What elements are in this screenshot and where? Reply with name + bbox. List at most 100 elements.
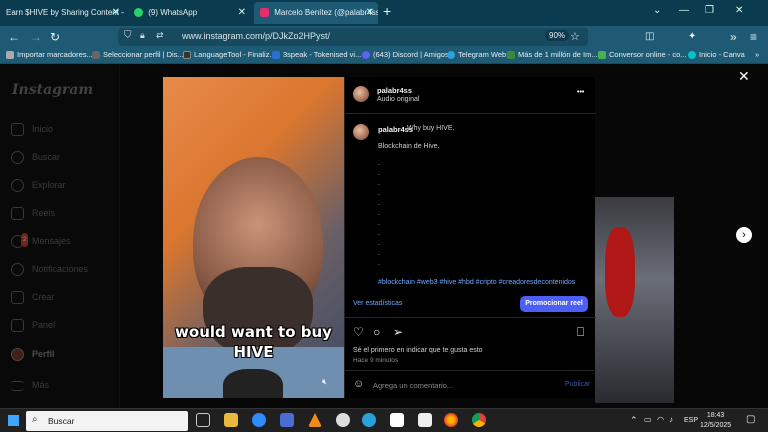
like-heart-icon[interactable]: ♡ <box>353 325 364 339</box>
publish-button[interactable]: Publicar <box>565 381 590 388</box>
bookmarks-overflow-icon[interactable]: » <box>755 50 759 59</box>
volume-icon[interactable]: ♪ <box>669 415 673 424</box>
language-indicator[interactable]: ESP <box>684 417 698 424</box>
mute-icon[interactable]: 🔇︎ <box>322 377 327 387</box>
task-view-icon[interactable] <box>196 413 210 427</box>
discord-icon <box>362 51 370 60</box>
tray-chevron-icon[interactable]: ⌃ <box>630 415 638 426</box>
bookmark-item[interactable]: LanguageTool - Finaliz... <box>183 50 276 60</box>
comment-avatar[interactable] <box>353 124 369 140</box>
window-close-icon[interactable]: ✕ <box>735 5 743 16</box>
comment-icon[interactable]: ○ <box>373 325 380 339</box>
telegram-icon <box>447 51 455 60</box>
bookmark-item[interactable]: Inicio - Canva <box>688 50 745 60</box>
taskbar-search[interactable]: ⌕ Buscar <box>26 411 188 431</box>
reload-icon[interactable]: ↻ <box>50 30 60 44</box>
tab-whatsapp[interactable]: (9) WhatsApp ✕ <box>128 2 250 24</box>
view-stats-link[interactable]: Ver estadísticas <box>353 300 402 307</box>
more-options-icon[interactable]: ••• <box>577 89 584 96</box>
windows-taskbar: ⌕ Buscar ⌃ ▭ ◠ ♪ ESP 18:43 12/5/2025 ▢ <box>0 408 768 432</box>
next-post-chevron-icon[interactable]: › <box>736 227 752 243</box>
app-icon[interactable] <box>418 413 432 427</box>
pocket-icon[interactable]: ◫ <box>645 30 654 44</box>
windows-start-icon[interactable] <box>8 415 19 426</box>
zoom-app-icon[interactable] <box>252 413 266 427</box>
tab-instagram[interactable]: Marcelo Benítez (@palabr4ss) • ✕ <box>254 2 378 24</box>
back-icon[interactable]: ← <box>8 30 20 44</box>
extensions-icon[interactable]: ✦ <box>688 30 696 44</box>
post-time: Hace 9 minutos <box>353 357 399 364</box>
hashtags[interactable]: #blockchain #web3 #hive #hbd #cripto #cr… <box>378 279 575 286</box>
bookmark-item[interactable]: Seleccionar perfil | Dis... <box>92 50 184 60</box>
forward-icon[interactable]: → <box>30 30 42 44</box>
bookmarks-bar: Importar marcadores... Seleccionar perfi… <box>0 48 768 64</box>
new-tab-button[interactable]: + <box>383 3 391 19</box>
battery-icon[interactable]: ▭ <box>644 415 652 424</box>
minimize-icon[interactable]: — <box>679 5 689 16</box>
tab-list-icon[interactable]: ⌄ <box>653 5 661 16</box>
browser-nav-bar: ← → ↻ ⛉ 🔒︎ ⇄ www.instagram.com/p/DJkZo2H… <box>0 26 768 66</box>
author-avatar[interactable] <box>353 86 369 102</box>
close-tab-icon[interactable]: ✕ <box>112 2 120 24</box>
tab-hive[interactable]: Earn $HIVE by Sharing Content – Gi ✕ <box>0 2 124 24</box>
close-tab-icon[interactable]: ✕ <box>366 2 374 24</box>
overflow-chevron-icon[interactable]: » <box>730 30 737 44</box>
save-bookmark-icon[interactable]: ⎕ <box>577 325 584 340</box>
next-post-preview[interactable] <box>595 197 674 403</box>
app-menu-icon[interactable]: ≡ <box>750 30 757 44</box>
emoji-icon[interactable]: ☺ <box>353 378 364 390</box>
firefox-icon[interactable] <box>444 413 458 427</box>
caption-dot: . <box>378 260 380 267</box>
bookmark-label: Importar marcadores... <box>17 50 93 59</box>
capcut-icon[interactable] <box>390 413 404 427</box>
zoom-level[interactable]: 90% <box>545 30 570 41</box>
bookmark-label: Conversor online - co... <box>609 50 687 59</box>
file-explorer-icon[interactable] <box>224 413 238 427</box>
search-icon: ⌕ <box>32 414 38 425</box>
caption-dot: . <box>378 230 380 237</box>
shield-icon[interactable]: ⛉ <box>124 30 132 41</box>
preview-figure <box>605 227 635 317</box>
network-icon[interactable]: ◠ <box>657 415 664 424</box>
bookmark-favicon <box>507 51 515 60</box>
notifications-icon[interactable]: ▢ <box>746 414 755 425</box>
url-text[interactable]: www.instagram.com/p/DJkZo2HPyst/ <box>182 31 330 41</box>
canva-icon <box>688 51 696 60</box>
caption-dot: . <box>378 180 380 187</box>
close-modal-icon[interactable]: ✕ <box>738 68 750 85</box>
bookmark-item[interactable]: (643) Discord | Amigos <box>362 50 449 60</box>
bookmark-star-icon[interactable]: ☆ <box>570 30 580 44</box>
comment-input[interactable]: Agrega un comentario... <box>373 381 453 390</box>
likes-text[interactable]: Sé el primero en indicar que te gusta es… <box>353 347 483 354</box>
permissions-icon[interactable]: ⇄ <box>156 30 164 41</box>
app-icon[interactable] <box>336 413 350 427</box>
close-tab-icon[interactable]: ✕ <box>238 2 246 24</box>
bookmark-item[interactable]: 3speak - Tokenised vi... <box>272 50 361 60</box>
clock[interactable]: 18:43 12/5/2025 <box>700 411 731 431</box>
video-caption-line2: HIVE <box>233 343 274 361</box>
bookmark-item[interactable]: Más de 1 millón de Im... <box>507 50 598 60</box>
instagram-icon <box>260 8 269 18</box>
audio-label[interactable]: Audio original <box>377 96 419 103</box>
bookmark-label: Seleccionar perfil | Dis... <box>103 50 184 59</box>
vlc-icon[interactable] <box>308 413 322 427</box>
bookmark-item[interactable]: Telegram Web <box>447 50 506 60</box>
promote-reel-button[interactable]: Promocionar reel <box>520 296 588 312</box>
maximize-icon[interactable]: ❐ <box>705 5 714 16</box>
chrome-icon[interactable] <box>472 413 486 427</box>
reel-video[interactable]: would want to buy HIVE 🔇︎ <box>163 77 344 398</box>
bookmark-item[interactable]: Conversor online - co... <box>598 50 687 60</box>
bookmark-label: Inicio - Canva <box>699 50 745 59</box>
divider <box>345 370 596 371</box>
video-caption-line1: would want to buy <box>175 323 332 341</box>
author-username[interactable]: palabr4ss <box>377 86 412 95</box>
telegram-icon[interactable] <box>362 413 376 427</box>
clock-time: 18:43 <box>706 412 725 419</box>
import-icon <box>6 51 14 60</box>
lock-icon[interactable]: 🔒︎ <box>140 30 145 41</box>
caption-line: Blockchain de Hive. <box>378 143 440 150</box>
bookmark-item[interactable]: Importar marcadores... <box>6 50 93 60</box>
share-icon[interactable]: ➢ <box>393 325 403 339</box>
address-bar[interactable]: ⛉ 🔒︎ ⇄ www.instagram.com/p/DJkZo2HPyst/ <box>118 28 588 46</box>
store-icon[interactable] <box>280 413 294 427</box>
